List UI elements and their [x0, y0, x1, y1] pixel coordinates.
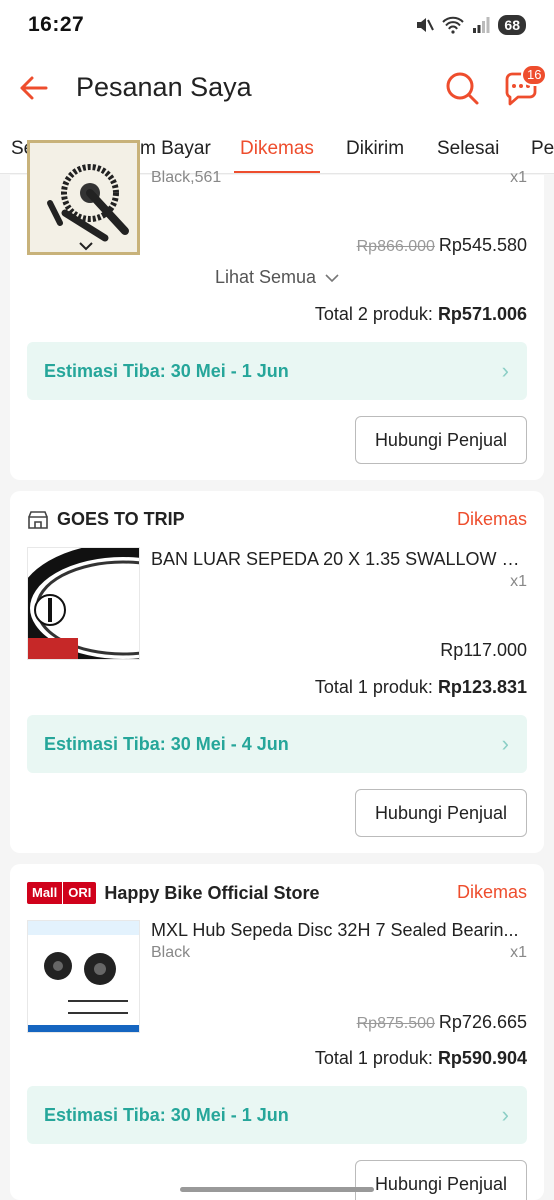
hub-image — [28, 921, 139, 1032]
current-price: Rp117.000 — [440, 640, 527, 660]
current-price: Rp726.665 — [438, 1012, 527, 1032]
total-label: Total 1 produk: — [314, 677, 433, 697]
order-card[interactable]: Black,561 x1 Rp866.000 Rp545.580 Lihat Se… — [10, 140, 544, 480]
tab-selesai[interactable]: Selesai — [437, 138, 499, 173]
mall-ori-badge: Mall ORI — [27, 882, 97, 904]
estimate-text: Estimasi Tiba: 30 Mei - 4 Jun — [44, 733, 289, 754]
tab-pengembalian[interactable]: Pe — [531, 138, 554, 173]
total-label: Total 2 produk: — [314, 304, 433, 324]
product-variant: Black — [151, 944, 191, 961]
tire-image — [28, 548, 139, 659]
product-quantity: x1 — [510, 169, 527, 186]
shop-header[interactable]: GOES TO TRIP — [27, 509, 185, 530]
order-card[interactable]: Mall ORI Happy Bike Official Store Dikema… — [10, 864, 544, 1200]
product-image — [27, 547, 140, 660]
home-indicator[interactable] — [180, 1187, 374, 1192]
page-title: Pesanan Saya — [76, 72, 252, 102]
ori-label: ORI — [62, 882, 97, 904]
order-card[interactable]: GOES TO TRIP Dikemas BAN LUAR SEPEDA 20 … — [10, 491, 544, 853]
mall-label: Mall — [27, 882, 63, 904]
system-icons: 68 — [414, 15, 526, 35]
contact-seller-button[interactable]: Hubungi Penjual — [355, 789, 527, 837]
chevron-right-icon: › — [501, 731, 509, 756]
chevron-down-icon — [325, 274, 339, 283]
chevron-right-icon: › — [501, 1102, 509, 1127]
price-row: Rp875.500 Rp726.665 — [357, 1012, 527, 1033]
order-status: Dikemas — [456, 509, 527, 529]
product-quantity: x1 — [510, 573, 527, 590]
crankset-image — [30, 143, 137, 252]
mute-icon — [417, 18, 435, 32]
tab-dikemas[interactable]: Dikemas — [234, 138, 320, 173]
status-bar: 16:27 68 — [0, 0, 554, 50]
shop-name: GOES TO TRIP — [57, 509, 185, 529]
status-time: 16:27 — [28, 13, 85, 36]
product-name[interactable]: MXL Hub Sepeda Disc 32H 7 Sealed Bearin.… — [151, 920, 529, 941]
order-total: Total 1 produk: Rp123.831 — [315, 677, 527, 698]
total-amount: Rp123.831 — [437, 677, 527, 697]
original-price: Rp866.000 — [356, 238, 435, 255]
order-total: Total 2 produk: Rp571.006 — [315, 304, 527, 325]
shop-icon — [28, 510, 48, 529]
price-row: Rp117.000 — [440, 640, 527, 661]
app-bar: Pesanan Saya 16 — [0, 50, 554, 128]
total-label: Total 1 produk: — [314, 1048, 433, 1068]
product-name[interactable]: BAN LUAR SEPEDA 20 X 1.35 SWALLOW D... — [151, 549, 529, 570]
total-amount: Rp590.904 — [437, 1048, 527, 1068]
delivery-estimate[interactable]: Estimasi Tiba: 30 Mei - 1 Jun › — [27, 1086, 527, 1144]
product-image — [27, 920, 140, 1033]
back-arrow-icon[interactable] — [16, 70, 52, 106]
current-price: Rp545.580 — [438, 235, 527, 255]
product-quantity: x1 — [510, 944, 527, 961]
product-variant: Black,561 — [151, 169, 222, 186]
chat-badge: 16 — [521, 64, 548, 86]
product-image — [27, 140, 140, 255]
see-all-link[interactable]: Lihat Semua — [10, 267, 544, 288]
price-row: Rp866.000 Rp545.580 — [357, 235, 527, 256]
total-amount: Rp571.006 — [437, 304, 527, 324]
shop-name: Happy Bike Official Store — [104, 882, 320, 903]
see-all-label: Lihat Semua — [214, 267, 317, 287]
estimate-text: Estimasi Tiba: 30 Mei - 1 Jun — [44, 360, 289, 381]
tab-dikirim[interactable]: Dikirim — [346, 138, 404, 173]
delivery-estimate[interactable]: Estimasi Tiba: 30 Mei - 4 Jun › — [27, 715, 527, 773]
original-price: Rp875.500 — [356, 1015, 435, 1032]
search-icon[interactable] — [444, 70, 480, 106]
order-status: Dikemas — [456, 882, 527, 902]
chevron-right-icon: › — [501, 358, 509, 383]
shop-header[interactable]: Mall ORI Happy Bike Official Store — [27, 882, 319, 904]
estimate-text: Estimasi Tiba: 30 Mei - 1 Jun — [44, 1104, 289, 1125]
delivery-estimate[interactable]: Estimasi Tiba: 30 Mei - 1 Jun › — [27, 342, 527, 400]
contact-seller-button[interactable]: Hubungi Penjual — [355, 1160, 527, 1200]
contact-seller-button[interactable]: Hubungi Penjual — [355, 416, 527, 464]
order-total: Total 1 produk: Rp590.904 — [315, 1048, 527, 1069]
signal-icon — [473, 17, 490, 33]
wifi-icon — [442, 16, 465, 34]
battery-indicator: 68 — [498, 15, 526, 35]
